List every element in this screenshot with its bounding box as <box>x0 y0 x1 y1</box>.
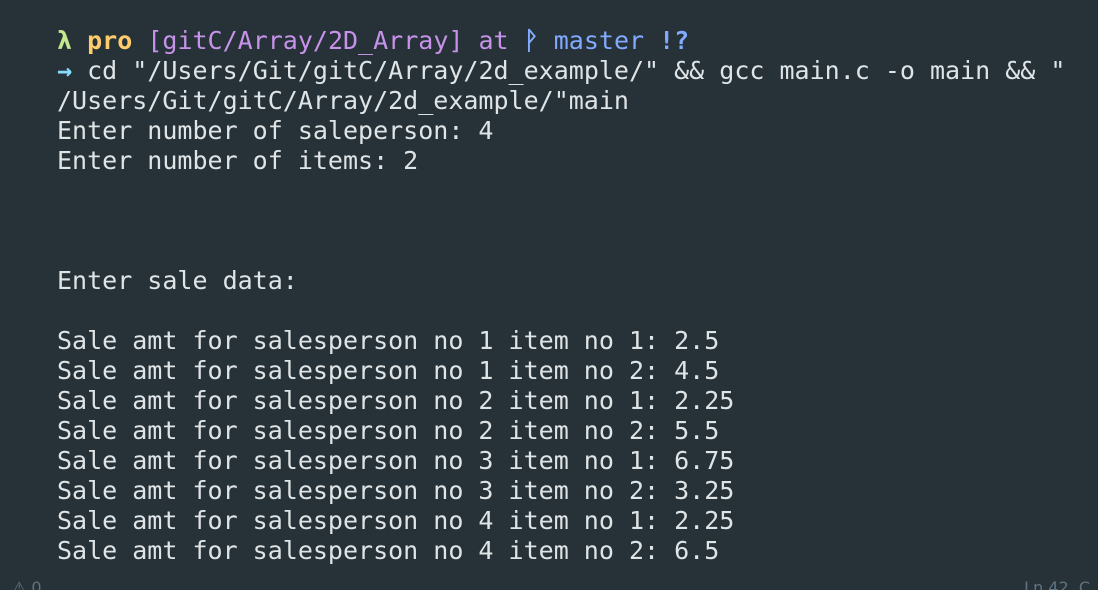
arrow-icon: → <box>57 56 73 85</box>
command-line-2: /Users/Git/gitC/Array/2d_example/"main <box>57 86 629 115</box>
command-line-1: → cd "/Users/Git/gitC/Array/2d_example/"… <box>57 56 1078 86</box>
sale-line: Sale amt for salesperson no 4 item no 2:… <box>57 536 720 565</box>
sale-line: Sale amt for salesperson no 1 item no 1:… <box>57 326 720 355</box>
cursor-position[interactable]: Ln 42, C <box>1024 578 1090 590</box>
prompt-line: λ pro [gitC/Array/2D_Array] at ᚹ master … <box>57 26 1078 56</box>
sale-line: Sale amt for salesperson no 4 item no 1:… <box>57 506 735 535</box>
lambda-symbol: λ <box>57 26 73 55</box>
git-branch: master <box>553 26 645 55</box>
sale-line: Sale amt for salesperson no 1 item no 2:… <box>57 356 720 385</box>
sale-line: Sale amt for salesperson no 2 item no 1:… <box>57 386 735 415</box>
command-text: cd "/Users/Git/gitC/Array/2d_example/" &… <box>87 56 1066 85</box>
git-status: !? <box>659 26 690 55</box>
sale-data-header: Enter sale data: <box>57 266 298 295</box>
items-prompt: Enter number of items: 2 <box>57 146 419 175</box>
sale-line: Sale amt for salesperson no 3 item no 2:… <box>57 476 735 505</box>
prompt-user: pro <box>87 26 133 55</box>
sale-line: Sale amt for salesperson no 2 item no 2:… <box>57 416 720 445</box>
problems-indicator[interactable]: ⚠ 0 <box>12 578 42 590</box>
status-bar: ⚠ 0 Ln 42, C <box>0 578 1098 590</box>
salesperson-prompt: Enter number of saleperson: 4 <box>57 116 494 145</box>
terminal-output[interactable]: λ pro [gitC/Array/2D_Array] at ᚹ master … <box>57 26 1078 590</box>
sales-list: Sale amt for salesperson no 1 item no 1:… <box>57 326 1078 566</box>
sale-line: Sale amt for salesperson no 3 item no 1:… <box>57 446 735 475</box>
prompt-directory: [gitC/Array/2D_Array] <box>147 26 464 55</box>
prompt-at: at <box>478 26 509 55</box>
branch-icon: ᚹ <box>523 26 539 55</box>
